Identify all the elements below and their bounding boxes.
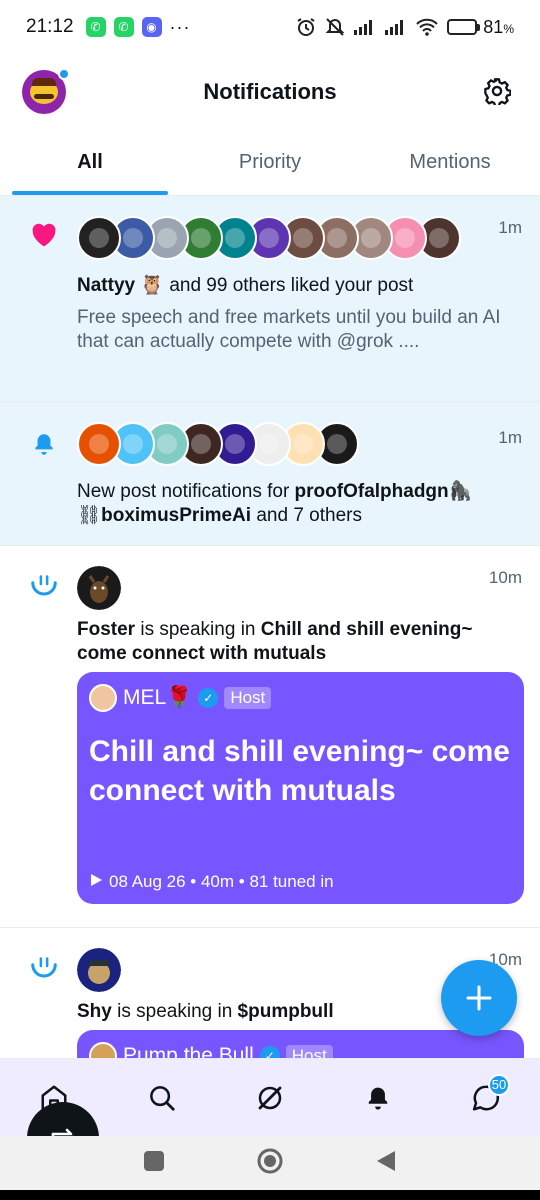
header: Notifications	[0, 54, 540, 130]
account-name[interactable]: boximusPrimeAi	[101, 505, 251, 526]
actor-name[interactable]: Nattyy	[77, 275, 135, 296]
actor-name[interactable]: Shy	[77, 1001, 112, 1022]
system-bottom-edge	[0, 1190, 540, 1200]
space-name[interactable]: Chill and shill evening~ come connect wi…	[77, 619, 472, 664]
battery-icon: 81%	[447, 17, 514, 38]
mute-icon	[325, 17, 345, 37]
grok-icon	[258, 1086, 282, 1109]
notification-text: New post notifications for proofOfalphad…	[77, 481, 473, 526]
system-nav-bar	[0, 1136, 540, 1190]
space-name[interactable]: $pumpbull	[238, 1001, 334, 1022]
notification-like[interactable]: 1m Nattyy 🦉 and 99 others liked your pos…	[0, 196, 540, 402]
space-card[interactable]: Pump the Bull ✓ Host	[77, 1030, 524, 1058]
spaces-icon	[28, 568, 60, 600]
account-name[interactable]: proofOfalphadgn🦍	[295, 481, 473, 502]
play-icon	[89, 872, 103, 892]
status-right: 81%	[296, 17, 514, 38]
host-row: Pump the Bull ✓ Host	[89, 1042, 333, 1058]
host-name: MEL🌹	[123, 686, 193, 709]
notification-new-posts[interactable]: 1m New post notifications for proofOfalp…	[0, 402, 540, 546]
verified-badge-icon: ✓	[198, 688, 219, 708]
host-badge: Host	[224, 687, 272, 709]
bell-icon	[28, 428, 60, 460]
more-notifications-icon: ···	[169, 16, 191, 37]
actor-name[interactable]: Foster	[77, 619, 135, 640]
host-badge: Host	[285, 1045, 333, 1058]
nav-messages[interactable]: 50	[456, 1068, 516, 1128]
signal-icon	[354, 19, 376, 35]
recent-apps-button[interactable]	[143, 1150, 165, 1177]
tab-all[interactable]: All	[0, 130, 180, 195]
nav-notifications[interactable]	[348, 1068, 408, 1128]
notification-time: 10m	[488, 568, 522, 587]
tab-priority[interactable]: Priority	[180, 130, 360, 195]
page-title: Notifications	[203, 79, 337, 104]
host-row: MEL🌹 ✓ Host	[89, 684, 272, 712]
discord-icon: ◉	[141, 17, 162, 37]
whatsapp-icon: ✆	[85, 17, 106, 37]
host-avatar	[89, 1042, 117, 1058]
plus-icon	[466, 985, 492, 1011]
whatsapp-business-icon: ✆	[113, 17, 134, 37]
nav-grok[interactable]	[240, 1068, 300, 1128]
compose-button[interactable]	[441, 960, 517, 1036]
battery-percent: 81%	[483, 16, 514, 37]
speaker-avatars[interactable]	[77, 566, 121, 610]
tab-bar: All Priority Mentions	[0, 130, 540, 196]
space-meta: 08 Aug 26 • 40m • 81 tuned in	[89, 872, 334, 892]
tab-mentions[interactable]: Mentions	[360, 130, 540, 195]
signal-icon	[385, 19, 407, 35]
status-bar: 21:12 ✆ ✆ ◉ ··· 81%	[0, 0, 540, 54]
bell-icon	[368, 1087, 388, 1110]
post-preview[interactable]: Free speech and free markets until you b…	[77, 306, 516, 354]
heart-icon	[28, 218, 60, 250]
wifi-icon	[416, 18, 439, 36]
gear-icon[interactable]	[482, 76, 512, 106]
nav-search[interactable]	[132, 1068, 192, 1128]
notification-time: 1m	[498, 428, 522, 447]
profile-avatar[interactable]	[22, 68, 70, 114]
notification-feed[interactable]: 1m Nattyy 🦉 and 99 others liked your pos…	[0, 196, 540, 1058]
alarm-icon	[296, 17, 316, 37]
avatar[interactable]	[77, 566, 121, 610]
verified-badge-icon: ✓	[259, 1046, 280, 1058]
host-avatar	[89, 684, 117, 712]
back-button[interactable]	[375, 1149, 397, 1178]
status-left: 21:12 ✆ ✆ ◉ ···	[26, 16, 191, 38]
active-tab-indicator	[12, 191, 168, 195]
host-name: Pump the Bull	[123, 1044, 254, 1058]
avatar[interactable]	[77, 948, 121, 992]
unread-dot	[58, 68, 70, 80]
status-time: 21:12	[26, 16, 74, 37]
avatar[interactable]	[77, 216, 121, 260]
notification-text: Nattyy 🦉 and 99 others liked your post	[77, 275, 414, 296]
space-card[interactable]: MEL🌹 ✓ Host Chill and shill evening~ com…	[77, 672, 524, 904]
avatar[interactable]	[77, 422, 121, 466]
speaker-avatars[interactable]	[77, 948, 121, 992]
notification-space[interactable]: 10m Foster is speaking in Chill and shil…	[0, 546, 540, 928]
notification-time: 1m	[498, 218, 522, 237]
liker-avatars[interactable]	[77, 216, 461, 260]
search-icon	[150, 1085, 175, 1111]
messages-badge: 50	[488, 1073, 510, 1096]
notification-text: Foster is speaking in Chill and shill ev…	[77, 619, 473, 664]
home-button[interactable]	[257, 1148, 283, 1179]
space-title: Chill and shill evening~ come connect wi…	[89, 735, 510, 807]
account-avatars[interactable]	[77, 422, 359, 466]
spaces-icon	[28, 950, 60, 982]
